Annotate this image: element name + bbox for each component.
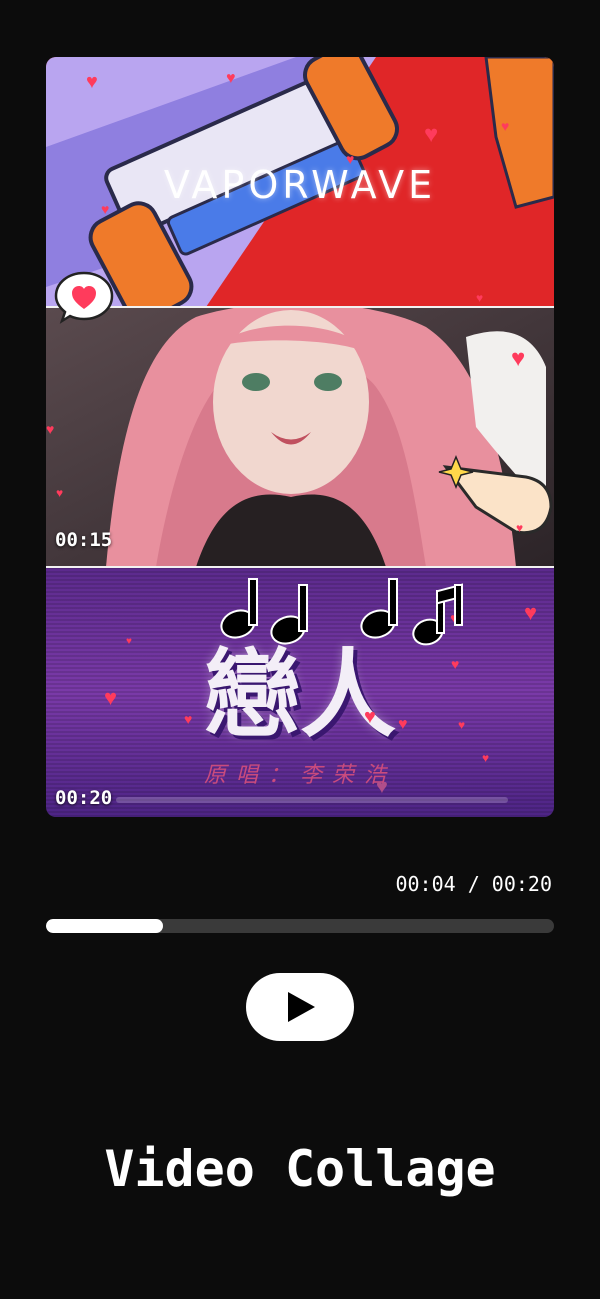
panel-3-timestamp: 00:20 — [55, 787, 113, 809]
heart-sticker: ♥ — [424, 121, 439, 148]
panel-divider — [46, 306, 554, 308]
heart-sticker: ♥ — [516, 521, 524, 535]
playback-progress-fill — [46, 919, 163, 933]
playback-time-readout: 00:04 / 00:20 — [395, 872, 552, 896]
heart-sticker: ♥ — [104, 685, 118, 710]
panel-3-progress-track — [116, 797, 508, 803]
heart-sticker: ♥ — [511, 345, 526, 372]
collage-panel-1[interactable]: VAPORWAVE ♥ ♥ ♥ ♥ ♥ ♥ ♥ — [46, 57, 554, 307]
heart-sticker: ♥ — [458, 718, 466, 732]
heart-sticker: ♥ — [398, 716, 408, 733]
play-button[interactable] — [246, 973, 354, 1041]
play-icon — [288, 992, 315, 1022]
panel-3-subtitle: 原唱：李荣浩 — [203, 763, 396, 788]
music-notes-sticker[interactable] — [216, 572, 466, 652]
heart-sticker: ♥ — [376, 776, 388, 798]
heart-bubble-sticker[interactable] — [54, 267, 120, 325]
heart-sticker: ♥ — [56, 486, 64, 500]
heart-sticker: ♥ — [524, 600, 538, 625]
app-title: Video Collage — [104, 1140, 496, 1198]
heart-sticker: ♥ — [364, 706, 376, 728]
heart-sticker: ♥ — [482, 751, 490, 765]
heart-sticker: ♥ — [346, 151, 355, 167]
heart-sticker: ♥ — [126, 636, 132, 647]
panel-divider — [46, 566, 554, 568]
heart-sticker: ♥ — [501, 118, 510, 134]
panel-1-title: VAPORWAVE — [163, 163, 437, 207]
heart-sticker: ♥ — [46, 421, 55, 437]
heart-sticker: ♥ — [184, 711, 193, 727]
playback-progress-bar[interactable] — [46, 919, 554, 933]
panel-2-timestamp: 00:15 — [55, 529, 113, 551]
heart-sticker: ♥ — [476, 291, 484, 305]
heart-sticker: ♥ — [101, 201, 110, 217]
collage-panel-2[interactable]: ♥ ♥ ♥ ♥ 00:15 — [46, 307, 554, 567]
video-collage[interactable]: VAPORWAVE ♥ ♥ ♥ ♥ ♥ ♥ ♥ ♥ ♥ ♥ ♥ 00:15 戀人… — [46, 57, 554, 817]
heart-sticker: ♥ — [451, 656, 460, 672]
panel-2-portrait — [46, 307, 554, 567]
heart-sticker: ♥ — [86, 71, 98, 93]
heart-sticker: ♥ — [226, 70, 236, 87]
